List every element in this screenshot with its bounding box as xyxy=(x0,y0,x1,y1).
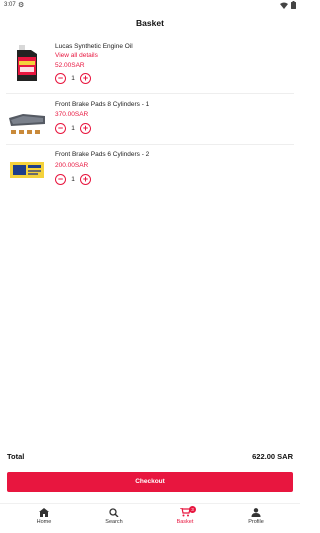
nav-item-home[interactable]: Home xyxy=(14,508,74,525)
increase-quantity-button[interactable]: + xyxy=(80,122,91,134)
item-price: 200.00SAR xyxy=(55,162,89,169)
item-price: 370.00SAR xyxy=(55,111,89,118)
nav-label-search: Search xyxy=(105,519,123,525)
nav-item-basket[interactable]: 3 Basket xyxy=(155,506,215,525)
battery-icon xyxy=(291,1,296,9)
person-icon xyxy=(251,508,261,517)
decrease-quantity-button[interactable]: − xyxy=(55,122,66,134)
product-image-brake-pads-8[interactable] xyxy=(7,100,47,140)
basket-item: Lucas Synthetic Engine Oil View all deta… xyxy=(0,40,300,90)
item-name: Front Brake Pads 6 Cylinders - 2 xyxy=(55,151,150,158)
quantity-stepper: − 1 + xyxy=(55,72,91,84)
quantity-value: 1 xyxy=(71,74,75,82)
search-icon xyxy=(109,508,119,517)
wifi-icon xyxy=(280,2,288,9)
nav-item-search[interactable]: Search xyxy=(84,508,144,525)
quantity-value: 1 xyxy=(71,175,75,183)
nav-label-profile: Profile xyxy=(248,519,264,525)
divider xyxy=(6,93,294,94)
nav-label-basket: Basket xyxy=(176,519,194,525)
nav-item-profile[interactable]: Profile xyxy=(226,508,286,525)
nav-label-home: Home xyxy=(36,519,52,525)
basket-item: Front Brake Pads 8 Cylinders - 1 370.00S… xyxy=(0,98,300,144)
gear-icon: ⚙ xyxy=(18,2,25,9)
status-time: 3:07 xyxy=(4,2,16,8)
status-icons xyxy=(280,1,296,9)
status-bar: 3:07 ⚙ xyxy=(0,0,300,12)
item-price: 52.00SAR xyxy=(55,62,85,69)
total-label: Total xyxy=(7,452,25,461)
quantity-stepper: − 1 + xyxy=(55,173,91,185)
bottom-navigation: Home Search 3 Basket Profile xyxy=(0,503,300,533)
checkout-button[interactable]: Checkout xyxy=(7,472,293,492)
total-value: 622.00 SAR xyxy=(252,452,293,461)
increase-quantity-button[interactable]: + xyxy=(80,72,91,84)
cart-count-badge: 3 xyxy=(189,506,196,513)
item-name: Lucas Synthetic Engine Oil xyxy=(55,43,133,50)
item-name: Front Brake Pads 8 Cylinders - 1 xyxy=(55,101,150,108)
product-image-brake-pads-6[interactable] xyxy=(7,150,47,190)
increase-quantity-button[interactable]: + xyxy=(80,173,91,185)
quantity-value: 1 xyxy=(71,124,75,132)
decrease-quantity-button[interactable]: − xyxy=(55,173,66,185)
home-icon xyxy=(39,508,49,517)
decrease-quantity-button[interactable]: − xyxy=(55,72,66,84)
basket-item: Front Brake Pads 6 Cylinders - 2 200.00S… xyxy=(0,148,300,194)
product-image-engine-oil[interactable] xyxy=(7,43,47,83)
quantity-stepper: − 1 + xyxy=(55,122,91,134)
divider xyxy=(6,144,294,145)
view-details-link[interactable]: View all details xyxy=(55,52,98,59)
page-title: Basket xyxy=(136,18,164,28)
